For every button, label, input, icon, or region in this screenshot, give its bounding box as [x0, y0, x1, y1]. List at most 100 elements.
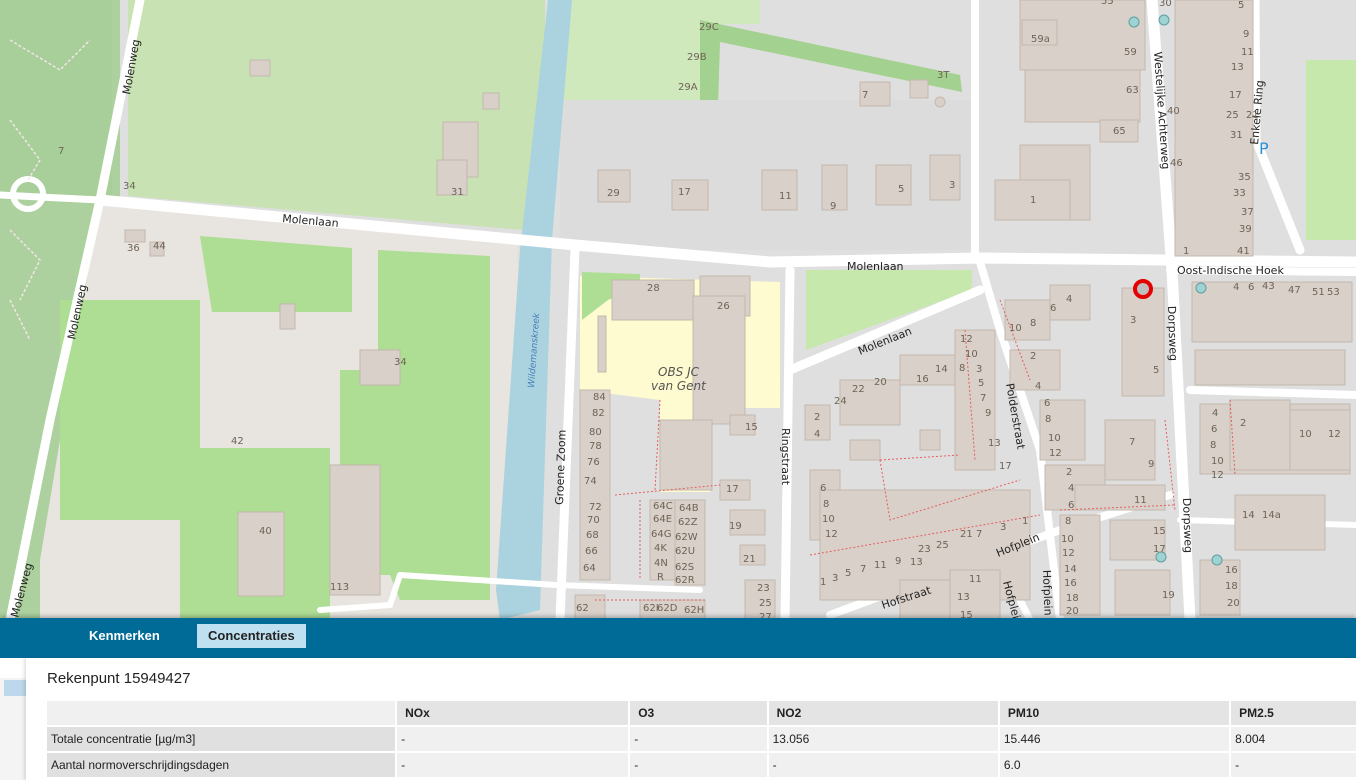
- tab-kenmerken[interactable]: Kenmerken: [78, 624, 171, 648]
- house-number-label: 6: [1211, 424, 1217, 435]
- map-view[interactable]: Molenweg Molenweg Molenweg Molenlaan Mol…: [0, 0, 1356, 620]
- house-number-label: 41: [1237, 246, 1250, 257]
- table-row: Totale concentratie [µg/m3] - - 13.056 1…: [47, 727, 1356, 751]
- house-number-label: 22: [852, 384, 865, 395]
- house-number-label: 10: [1048, 433, 1061, 444]
- house-number-label: 70: [587, 515, 600, 526]
- house-number-label: 11: [1241, 47, 1254, 58]
- house-number-label: 40: [1167, 106, 1180, 117]
- parking-icon: P: [1259, 139, 1269, 158]
- house-number-label: 6: [820, 483, 826, 494]
- house-number-label: 4N: [654, 558, 668, 569]
- house-number-label: 21: [1246, 110, 1259, 121]
- house-number-label: 36: [127, 243, 140, 254]
- row-label: Totale concentratie [µg/m3]: [47, 727, 396, 751]
- house-number-label: 2: [1240, 418, 1246, 429]
- house-number-label: 80: [589, 427, 602, 438]
- house-number-label: 10: [965, 349, 978, 360]
- house-number-label: 113: [330, 582, 349, 593]
- street-label: Groene Zoom: [553, 429, 569, 505]
- concentration-content: Rekenpunt 15949427 NOx O3 NO2 PM10 PM2.5…: [26, 658, 1356, 780]
- house-number-label: 62Z: [678, 517, 698, 528]
- house-number-label: 23: [757, 583, 770, 594]
- house-number-label: 11: [874, 560, 887, 571]
- table-cell: 6.0: [997, 753, 1230, 777]
- house-number-label: 17: [726, 484, 739, 495]
- house-number-label: 62H: [684, 605, 704, 616]
- house-number-label: 66: [585, 546, 598, 557]
- house-number-label: 64C: [653, 501, 673, 512]
- house-number-label: 5: [845, 568, 851, 579]
- house-number-label: 42: [231, 436, 244, 447]
- house-number-label: 10: [822, 514, 835, 525]
- house-number-label: 16: [1064, 578, 1077, 589]
- house-number-label: 1: [1022, 516, 1028, 527]
- column-header: PM10: [997, 701, 1230, 725]
- house-number-label: 17: [678, 187, 691, 198]
- tab-bar: Kenmerken Concentraties: [0, 618, 1356, 648]
- house-number-label: 14: [1064, 564, 1077, 575]
- house-number-label: 9: [985, 408, 991, 419]
- house-number-label: 7: [1129, 437, 1135, 448]
- house-number-label: 4: [1068, 483, 1074, 494]
- house-number-label: 7: [862, 90, 868, 101]
- house-number-label: 4: [1233, 282, 1239, 293]
- house-number-label: 26: [717, 301, 730, 312]
- house-number-label: R: [657, 572, 664, 583]
- house-number-label: 19: [729, 521, 742, 532]
- house-number-label: 53: [1327, 287, 1340, 298]
- house-number-label: 65: [1113, 126, 1126, 137]
- house-number-label: 62R: [675, 575, 695, 586]
- house-number-label: 29B: [687, 52, 707, 63]
- table-cell: -: [395, 753, 629, 777]
- table-row: Aantal normoverschrijdingsdagen - - - 6.…: [47, 753, 1356, 777]
- house-number-label: 8: [1045, 414, 1051, 425]
- house-number-label: 10: [1061, 534, 1074, 545]
- house-number-label: 24: [834, 396, 847, 407]
- house-number-label: 9: [895, 556, 901, 567]
- house-number-label: 4: [1035, 381, 1041, 392]
- house-number-label: 12: [1211, 470, 1224, 481]
- selected-point-marker[interactable]: [1133, 279, 1153, 299]
- house-number-label: 33: [1233, 188, 1246, 199]
- house-number-label: 8: [823, 499, 829, 510]
- table-cell: 8.004: [1229, 727, 1356, 751]
- house-number-label: 7: [58, 146, 64, 157]
- house-number-label: 21: [960, 529, 973, 540]
- house-number-label: 25: [759, 598, 772, 609]
- house-number-label: 7: [860, 564, 866, 575]
- house-number-label: 12: [1062, 548, 1075, 559]
- house-number-label: 9: [1243, 29, 1249, 40]
- house-number-label: 51: [1312, 287, 1325, 298]
- column-header: NO2: [766, 701, 998, 725]
- house-number-label: 1: [1183, 246, 1189, 257]
- house-number-label: 17: [999, 461, 1012, 472]
- house-number-label: 35: [1238, 172, 1251, 183]
- house-number-label: 18: [1066, 593, 1079, 604]
- school-name-line2: van Gent: [651, 379, 707, 393]
- house-number-label: 23: [918, 544, 931, 555]
- house-number-label: 10: [1211, 456, 1224, 467]
- house-number-label: 8: [1030, 318, 1036, 329]
- house-number-label: 13: [988, 438, 1001, 449]
- house-number-label: 4: [1212, 408, 1218, 419]
- house-number-label: 46: [1170, 158, 1183, 169]
- concentration-table: NOx O3 NO2 PM10 PM2.5 Totale concentrati…: [47, 699, 1356, 779]
- house-number-label: 12: [1049, 448, 1062, 459]
- house-number-label: 5: [1153, 365, 1159, 376]
- house-number-label: 8: [1065, 516, 1071, 527]
- house-number-label: 6: [1248, 282, 1254, 293]
- house-number-label: 44: [153, 241, 166, 252]
- column-header: PM2.5: [1229, 701, 1356, 725]
- sidebar-highlight[interactable]: [4, 680, 26, 696]
- house-number-label: 29: [607, 188, 620, 199]
- house-number-label: 64E: [653, 514, 672, 525]
- house-number-label: 18: [1225, 581, 1238, 592]
- house-number-label: 14a: [1262, 510, 1281, 521]
- tab-concentraties[interactable]: Concentraties: [197, 624, 306, 648]
- house-number-label: 30: [1159, 0, 1172, 9]
- house-number-label: 31: [1230, 130, 1243, 141]
- house-number-label: 39: [1239, 224, 1252, 235]
- house-number-label: 7: [980, 393, 986, 404]
- house-number-label: 34: [394, 357, 407, 368]
